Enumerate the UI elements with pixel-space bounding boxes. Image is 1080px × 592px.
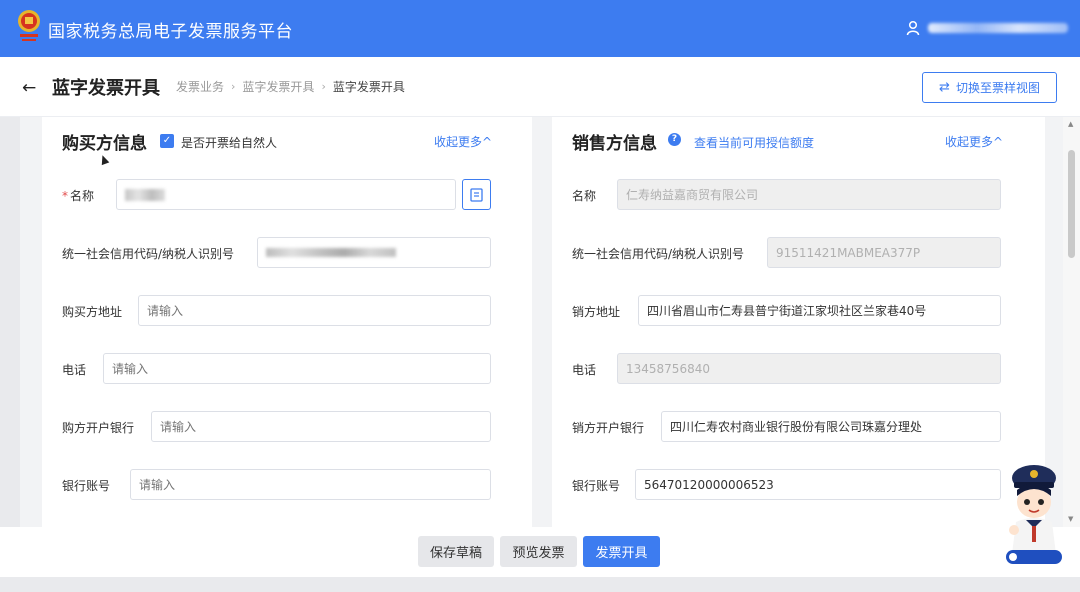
- seller-account-input[interactable]: 56470120000006523: [635, 469, 1001, 500]
- buyer-collapse-link[interactable]: 收起更多^: [434, 133, 492, 150]
- breadcrumb-item[interactable]: 蓝字发票开具: [242, 78, 314, 95]
- seller-credit-code-label: 统一社会信用代码/纳税人识别号: [572, 247, 745, 261]
- tax-bureau-emblem-icon: [18, 10, 40, 41]
- redacted-buyer-name: [125, 188, 165, 201]
- help-question-icon[interactable]: ?: [668, 133, 681, 146]
- seller-collapse-link[interactable]: 收起更多^: [945, 133, 1003, 150]
- seller-phone-label: 电话: [572, 363, 597, 377]
- save-draft-button[interactable]: 保存草稿: [418, 536, 494, 567]
- user-icon: [906, 20, 920, 36]
- buyer-bank-input[interactable]: [151, 411, 491, 442]
- switch-view-button[interactable]: ⇄ 切换至票样视图: [922, 72, 1057, 103]
- seller-info-panel: 销售方信息 ? 查看当前可用授信额度 收起更多^ 名称 仁寿纳益嘉商贸有限公司 …: [552, 117, 1045, 527]
- top-header: 国家税务总局电子发票服务平台: [0, 0, 1080, 57]
- seller-credit-code-field: 91511421MABMEA377P: [767, 237, 1001, 268]
- buyer-phone-input[interactable]: [103, 353, 491, 384]
- switch-view-label: 切换至票样视图: [955, 81, 1040, 95]
- buyer-info-panel: 购买方信息 ✓ 是否开票给自然人 收起更多^ * 名称 统一社会信用代码/纳税人识…: [42, 117, 532, 527]
- required-mark: *: [62, 189, 68, 203]
- issue-invoice-button[interactable]: 发票开具: [583, 536, 660, 567]
- scroll-up-arrow-icon[interactable]: ▲: [1068, 120, 1073, 128]
- buyer-address-input[interactable]: [138, 295, 491, 326]
- buyer-account-input[interactable]: [130, 469, 491, 500]
- back-arrow-icon[interactable]: ←: [22, 78, 36, 98]
- seller-name-label: 名称: [572, 189, 597, 203]
- left-gutter: [0, 117, 20, 527]
- buyer-name-label: * 名称: [62, 187, 94, 204]
- seller-bank-label: 销方开户银行: [572, 421, 645, 435]
- page-header: ← 蓝字发票开具 发票业务 › 蓝字发票开具 › 蓝字发票开具 ⇄ 切换至票样视…: [0, 57, 1080, 117]
- seller-bank-input[interactable]: 四川仁寿农村商业银行股份有限公司珠嘉分理处: [661, 411, 1001, 442]
- document-list-icon: [470, 187, 483, 202]
- breadcrumb-current: 蓝字发票开具: [332, 80, 405, 94]
- seller-section-title: 销售方信息: [572, 134, 657, 154]
- redacted-credit-code: [266, 248, 396, 257]
- seller-name-field: 仁寿纳益嘉商贸有限公司: [617, 179, 1001, 210]
- buyer-name-label-text: 名称: [70, 189, 95, 203]
- seller-address-label: 销方地址: [572, 305, 621, 319]
- assistant-mascot-icon[interactable]: [1002, 462, 1066, 568]
- buyer-section-title: 购买方信息: [62, 134, 147, 154]
- swap-arrows-icon: ⇄: [939, 80, 950, 95]
- buyer-name-input[interactable]: [116, 179, 456, 210]
- buyer-account-label: 银行账号: [62, 479, 111, 493]
- mouse-cursor-icon: [98, 153, 110, 166]
- user-menu[interactable]: [906, 20, 1068, 36]
- buyer-credit-code-input[interactable]: [257, 237, 491, 268]
- chevron-right-icon: ›: [321, 80, 326, 93]
- breadcrumb: 发票业务 › 蓝字发票开具 › 蓝字发票开具: [176, 78, 405, 95]
- natural-person-checkbox[interactable]: ✓: [160, 134, 174, 148]
- seller-phone-field: 13458756840: [617, 353, 1001, 384]
- seller-address-input[interactable]: 四川省眉山市仁寿县普宁街道江家坝社区兰家巷40号: [638, 295, 1001, 326]
- buyer-bank-label: 购方开户银行: [62, 421, 135, 435]
- buyer-select-button[interactable]: [462, 179, 491, 210]
- quota-link[interactable]: 查看当前可用授信额度: [694, 134, 814, 151]
- scrollbar-thumb[interactable]: [1068, 150, 1075, 258]
- footer-strip: [0, 577, 1080, 592]
- buyer-credit-code-label: 统一社会信用代码/纳税人识别号: [62, 247, 235, 261]
- natural-person-label: 是否开票给自然人: [181, 136, 278, 150]
- page-title: 蓝字发票开具: [52, 78, 160, 99]
- seller-account-label: 银行账号: [572, 479, 621, 493]
- user-name-redacted: [928, 23, 1068, 33]
- buyer-phone-label: 电话: [62, 363, 87, 377]
- breadcrumb-item[interactable]: 发票业务: [176, 78, 224, 95]
- chevron-right-icon: ›: [231, 80, 236, 93]
- buyer-address-label: 购买方地址: [62, 305, 123, 319]
- preview-invoice-button[interactable]: 预览发票: [500, 536, 577, 567]
- platform-title: 国家税务总局电子发票服务平台: [48, 22, 293, 42]
- scroll-down-arrow-icon[interactable]: ▼: [1068, 515, 1073, 523]
